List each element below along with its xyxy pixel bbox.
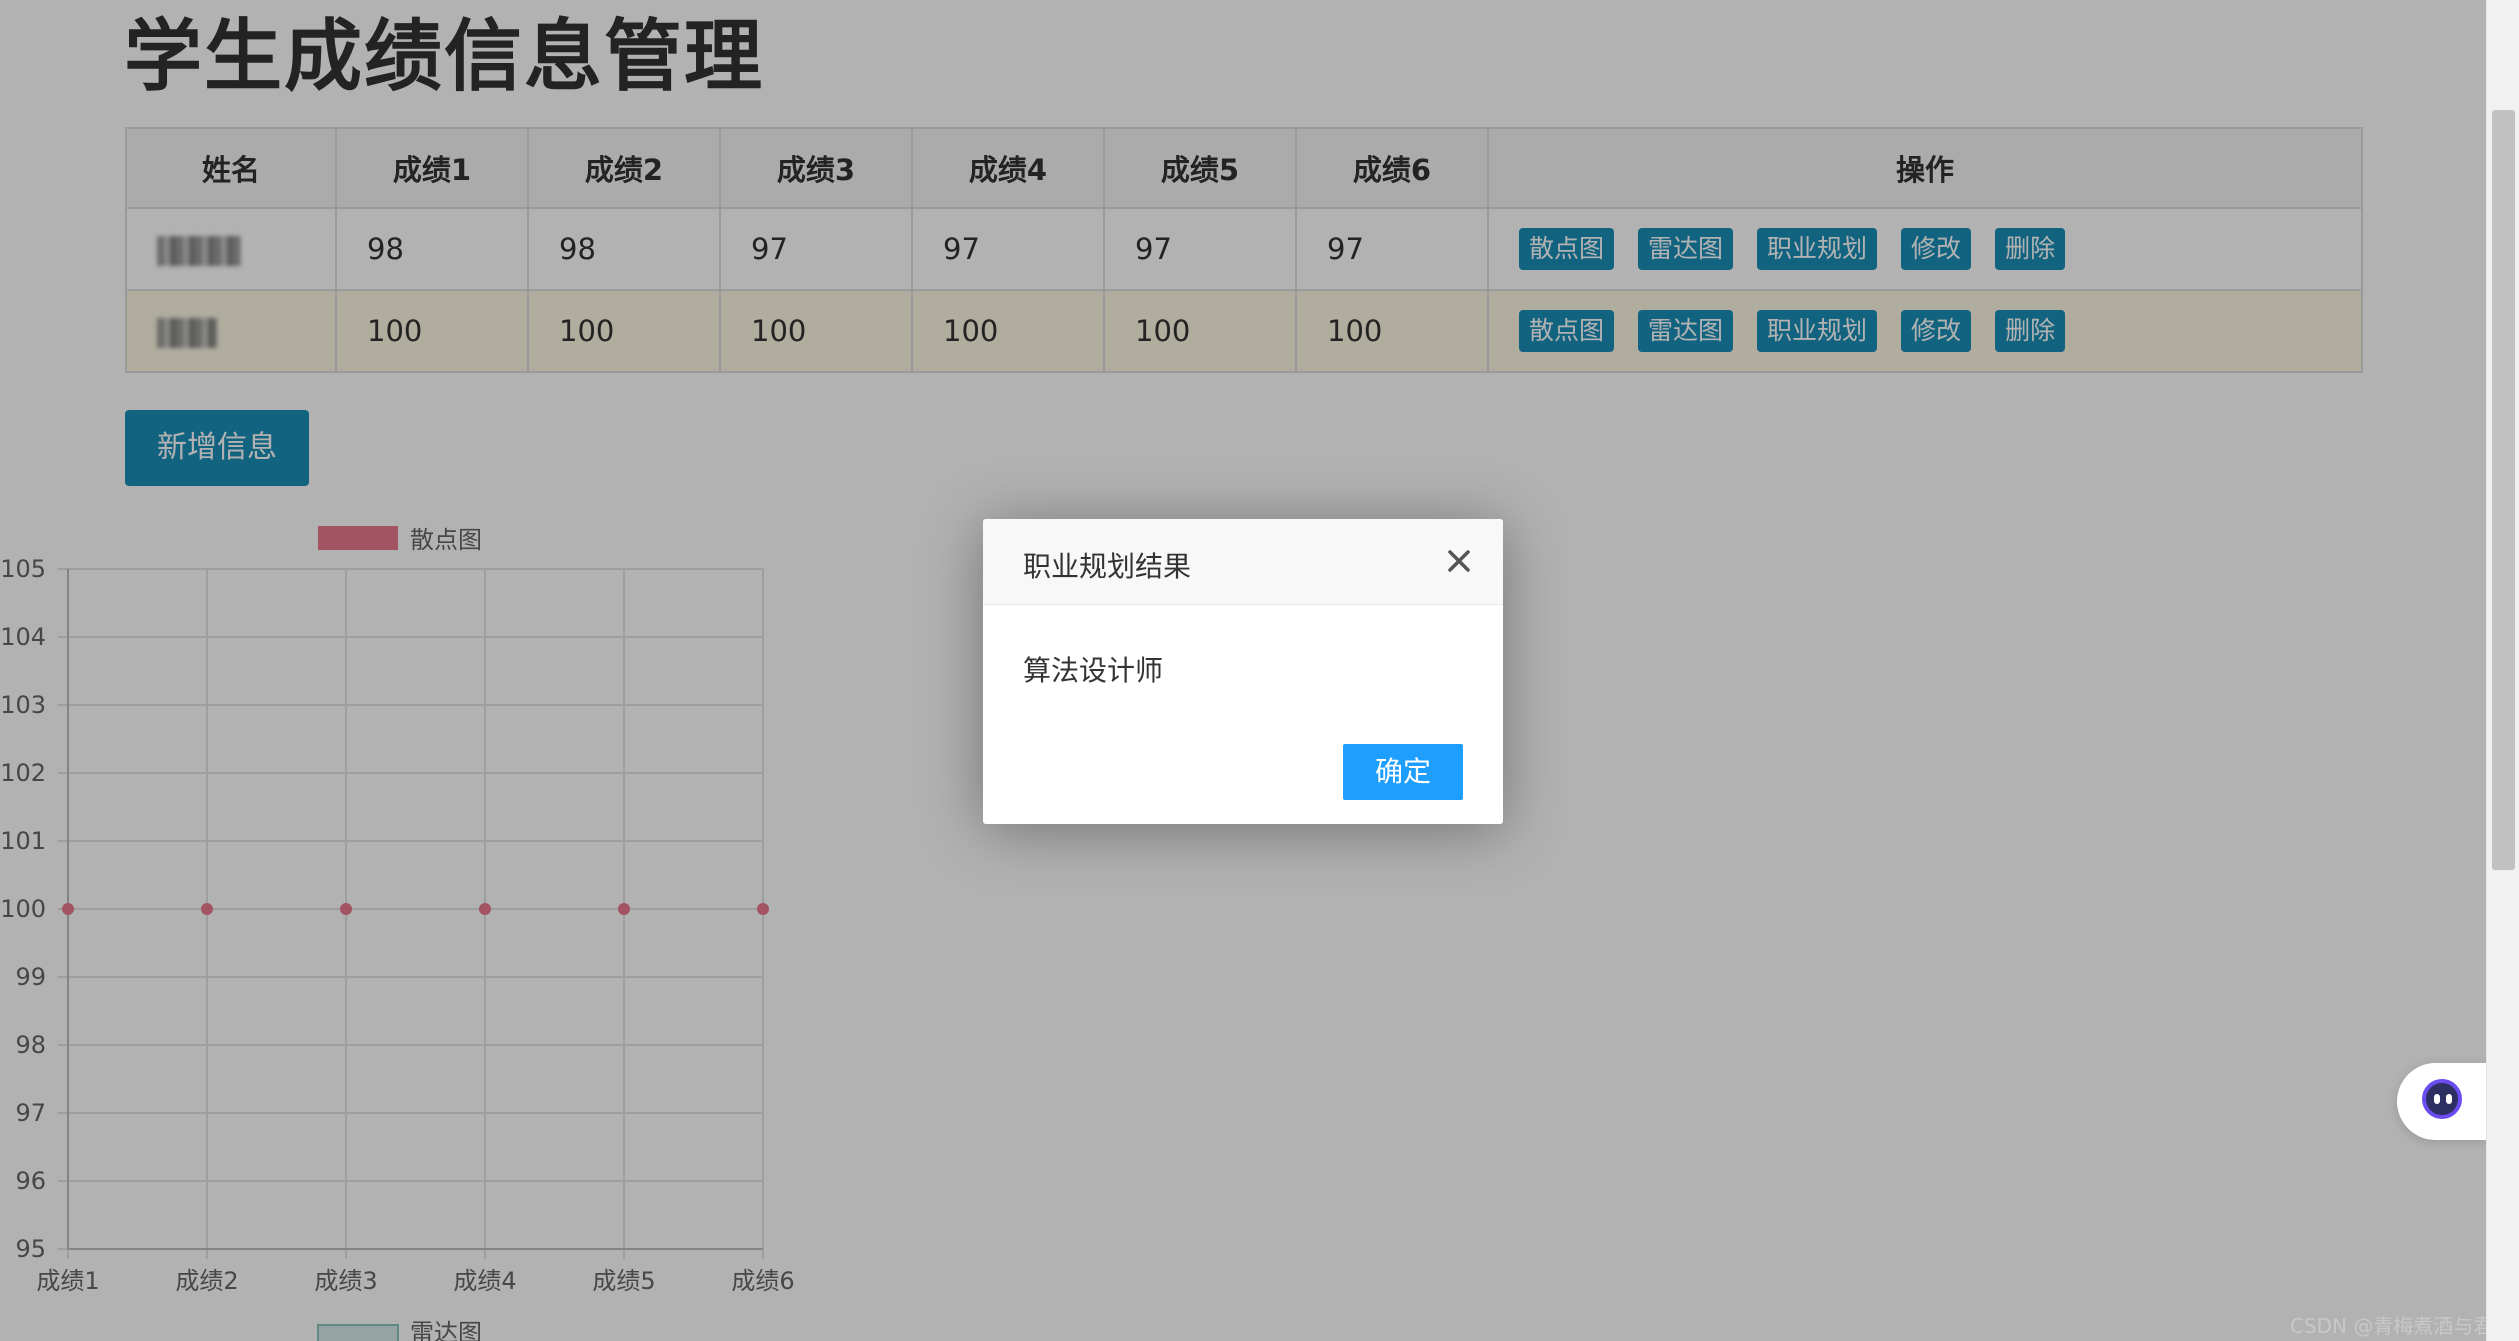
scrollbar[interactable] <box>2486 0 2519 1341</box>
assistant-eye-icon <box>2446 1094 2452 1104</box>
confirm-button[interactable]: 确定 <box>1343 744 1463 800</box>
assistant-face-icon <box>2422 1079 2462 1119</box>
dialog-title: 职业规划结果 <box>1023 550 1192 583</box>
close-icon[interactable] <box>1441 543 1477 579</box>
page: 学生成绩信息管理 姓名 成绩1 成绩2 成绩3 成绩4 成绩5 成绩6 操作 9… <box>0 0 2513 1341</box>
scrollbar-thumb[interactable] <box>2492 110 2515 870</box>
watermark: CSDN @青梅煮酒与君饮 <box>2290 1314 2514 1338</box>
assistant-float-button[interactable] <box>2397 1063 2486 1140</box>
career-plan-dialog: 职业规划结果 算法设计师 确定 <box>983 519 1503 824</box>
dialog-header: 职业规划结果 <box>983 519 1503 605</box>
dialog-message: 算法设计师 <box>1023 654 1164 687</box>
assistant-eye-icon <box>2434 1094 2440 1104</box>
